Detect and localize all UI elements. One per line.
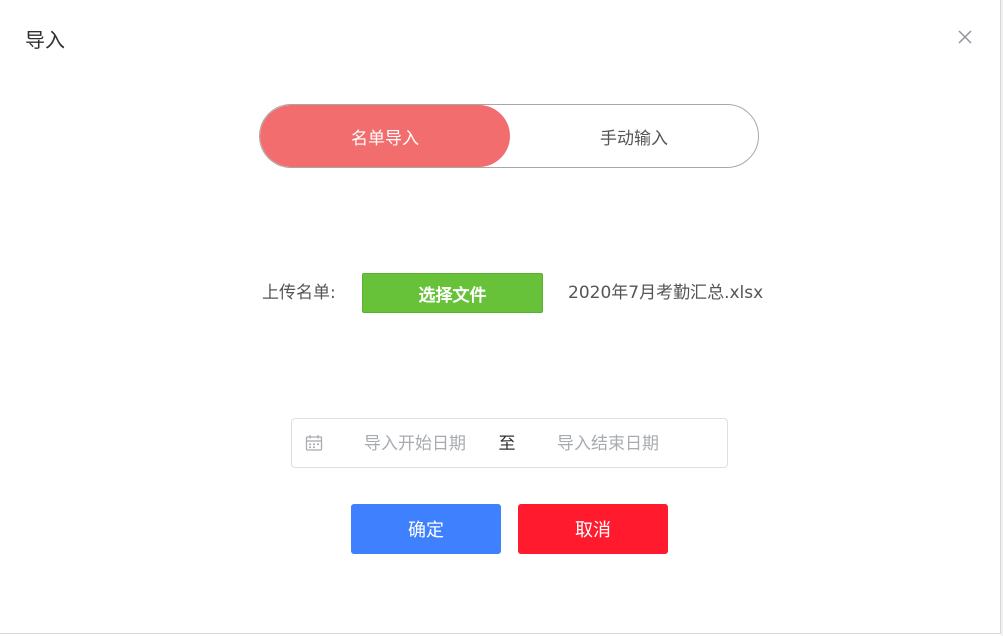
tab-list-import-label: 名单导入	[351, 128, 419, 149]
end-date-input[interactable]	[533, 431, 683, 457]
import-mode-toggle: 名单导入 手动输入	[259, 104, 759, 168]
import-dialog: 导入 名单导入 手动输入 上传名单: 选择文件 2020年7月考勤汇总.xlsx	[0, 0, 1001, 634]
calendar-icon	[305, 435, 323, 451]
choose-file-button[interactable]: 选择文件	[362, 273, 543, 313]
upload-list-label: 上传名单:	[262, 283, 336, 303]
dialog-title: 导入	[25, 28, 65, 52]
tab-list-import[interactable]: 名单导入	[260, 105, 510, 167]
start-date-input[interactable]	[340, 431, 490, 457]
close-icon	[958, 30, 972, 44]
confirm-button[interactable]: 确定	[351, 504, 501, 554]
tab-manual-input-label: 手动输入	[600, 128, 668, 149]
tab-manual-input[interactable]: 手动输入	[510, 105, 758, 167]
cancel-button[interactable]: 取消	[518, 504, 668, 554]
date-range-picker[interactable]: 至	[291, 418, 728, 468]
selected-file-name: 2020年7月考勤汇总.xlsx	[568, 283, 764, 303]
close-button[interactable]	[954, 26, 976, 48]
range-separator: 至	[498, 434, 516, 454]
